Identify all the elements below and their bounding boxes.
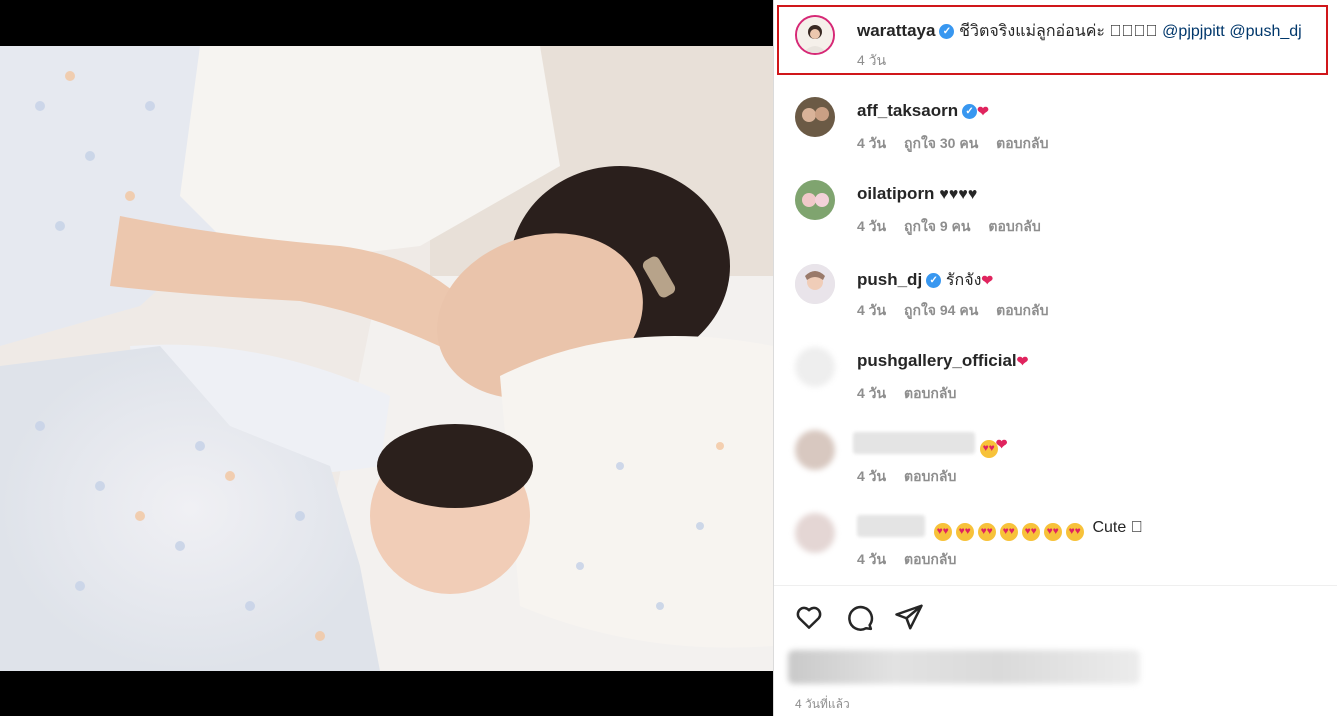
heart-eyes-emoji-icon: ♥♥: [955, 523, 974, 541]
reply-button[interactable]: ตอบกลับ: [996, 135, 1048, 151]
comment-meta: 4 วัน ถูกใจ 94 คน ตอบกลับ: [857, 300, 1063, 322]
reply-button[interactable]: ตอบกลับ: [904, 468, 956, 484]
comment-line: push_dj ✓ รักจัง❤: [857, 268, 993, 293]
heart-eyes-emoji-row: ♥♥ ♥♥ ♥♥ ♥♥ ♥♥ ♥♥ ♥♥: [933, 517, 1093, 541]
commenter-avatar[interactable]: [795, 264, 835, 304]
blurred-username[interactable]: [857, 515, 925, 537]
mention-link[interactable]: @push_dj: [1229, 23, 1301, 40]
comment-text: Cute 􏿾: [1092, 519, 1143, 536]
comment-line: ♥♥❤: [853, 432, 1008, 458]
comment-line: aff_taksaorn ✓ ❤: [857, 101, 989, 121]
comment-like-count[interactable]: ถูกใจ 30 คน: [904, 135, 978, 151]
commenter-username[interactable]: push_dj: [857, 270, 922, 289]
blurred-username[interactable]: [853, 432, 975, 454]
comment-meta: 4 วัน ถูกใจ 9 คน ตอบกลับ: [857, 216, 1055, 238]
heart-eyes-emoji-icon: ♥♥: [1043, 523, 1062, 541]
reply-button[interactable]: ตอบกลับ: [988, 218, 1040, 234]
verified-badge-icon: ✓: [939, 24, 955, 39]
verified-badge-icon: ✓: [962, 104, 978, 119]
comment-age[interactable]: 4 วัน: [857, 551, 886, 567]
comment-icon[interactable]: [844, 602, 878, 636]
comment-meta: 4 วัน ตอบกลับ: [857, 383, 970, 405]
heart-eyes-emoji-icon: ♥♥: [977, 523, 996, 541]
comment-meta: 4 วัน ตอบกลับ: [857, 466, 970, 488]
comments-panel: warattaya ✓ ชีวิตจริงแม่ลูกอ่อนค่ะ 􏿾􏿾􏿾􏿾 @…: [773, 0, 1337, 716]
heart-eyes-emoji-icon: ♥♥: [1065, 523, 1084, 541]
comment-text: ♥♥♥♥: [939, 186, 978, 203]
commenter-username[interactable]: oilatiporn: [857, 184, 934, 203]
comment-like-count[interactable]: ถูกใจ 94 คน: [904, 302, 978, 318]
comment-line: ♥♥ ♥♥ ♥♥ ♥♥ ♥♥ ♥♥ ♥♥ Cute 􏿾: [857, 515, 1143, 541]
commenter-avatar[interactable]: [795, 97, 835, 137]
caption-age[interactable]: 4 วัน: [857, 50, 886, 72]
blurred-likes-summary: [788, 650, 1140, 684]
reply-button[interactable]: ตอบกลับ: [904, 551, 956, 567]
heart-outline-icon[interactable]: [794, 602, 828, 636]
post-timestamp[interactable]: 4 วันที่แล้ว: [795, 695, 850, 714]
comment-age[interactable]: 4 วัน: [857, 135, 886, 151]
caption-line: warattaya ✓ ชีวิตจริงแม่ลูกอ่อนค่ะ 􏿾􏿾􏿾􏿾 @…: [857, 19, 1302, 44]
heart-emoji-icon: ❤: [977, 103, 989, 119]
comment-age[interactable]: 4 วัน: [857, 385, 886, 401]
commenter-avatar[interactable]: [795, 513, 835, 553]
share-icon[interactable]: [894, 602, 928, 636]
author-avatar[interactable]: [795, 15, 835, 55]
mention-link[interactable]: @pjpjpitt: [1162, 23, 1225, 40]
heart-emoji-icon: ❤: [995, 436, 1008, 452]
caption-text: ชีวิตจริงแม่ลูกอ่อนค่ะ 􏿾􏿾􏿾􏿾: [959, 23, 1158, 40]
heart-emoji-icon: ❤: [981, 272, 994, 288]
heart-eyes-emoji-icon: ♥♥: [1021, 523, 1040, 541]
comment-meta: 4 วัน ถูกใจ 30 คน ตอบกลับ: [857, 133, 1063, 155]
comment-line: oilatiporn ♥♥♥♥: [857, 184, 977, 204]
comment-like-count[interactable]: ถูกใจ 9 คน: [904, 218, 971, 234]
comment-text: รักจัง: [945, 272, 982, 289]
verified-badge-icon: ✓: [926, 273, 942, 288]
sleeping-mother-and-baby-photo: [0, 46, 773, 671]
comment-age[interactable]: 4 วัน: [857, 302, 886, 318]
comment-age[interactable]: 4 วัน: [857, 468, 886, 484]
commenter-username[interactable]: pushgallery_official: [857, 351, 1017, 370]
comment-meta: 4 วัน ตอบกลับ: [857, 549, 970, 571]
commenter-avatar[interactable]: [795, 430, 835, 470]
post-photo[interactable]: [0, 46, 773, 671]
commenter-avatar[interactable]: [795, 180, 835, 220]
heart-emoji-icon: ❤: [1016, 353, 1029, 369]
post-image-pane: [0, 0, 773, 716]
heart-eyes-emoji-icon: ♥♥: [933, 523, 952, 541]
actions-divider: [774, 585, 1337, 586]
commenter-avatar[interactable]: [795, 347, 835, 387]
reply-button[interactable]: ตอบกลับ: [904, 385, 956, 401]
heart-eyes-emoji-icon: ♥♥: [999, 523, 1018, 541]
comment-line: pushgallery_official❤: [857, 351, 1028, 371]
reply-button[interactable]: ตอบกลับ: [996, 302, 1048, 318]
author-username[interactable]: warattaya: [857, 21, 935, 40]
commenter-username[interactable]: aff_taksaorn: [857, 101, 958, 120]
comment-age[interactable]: 4 วัน: [857, 218, 886, 234]
